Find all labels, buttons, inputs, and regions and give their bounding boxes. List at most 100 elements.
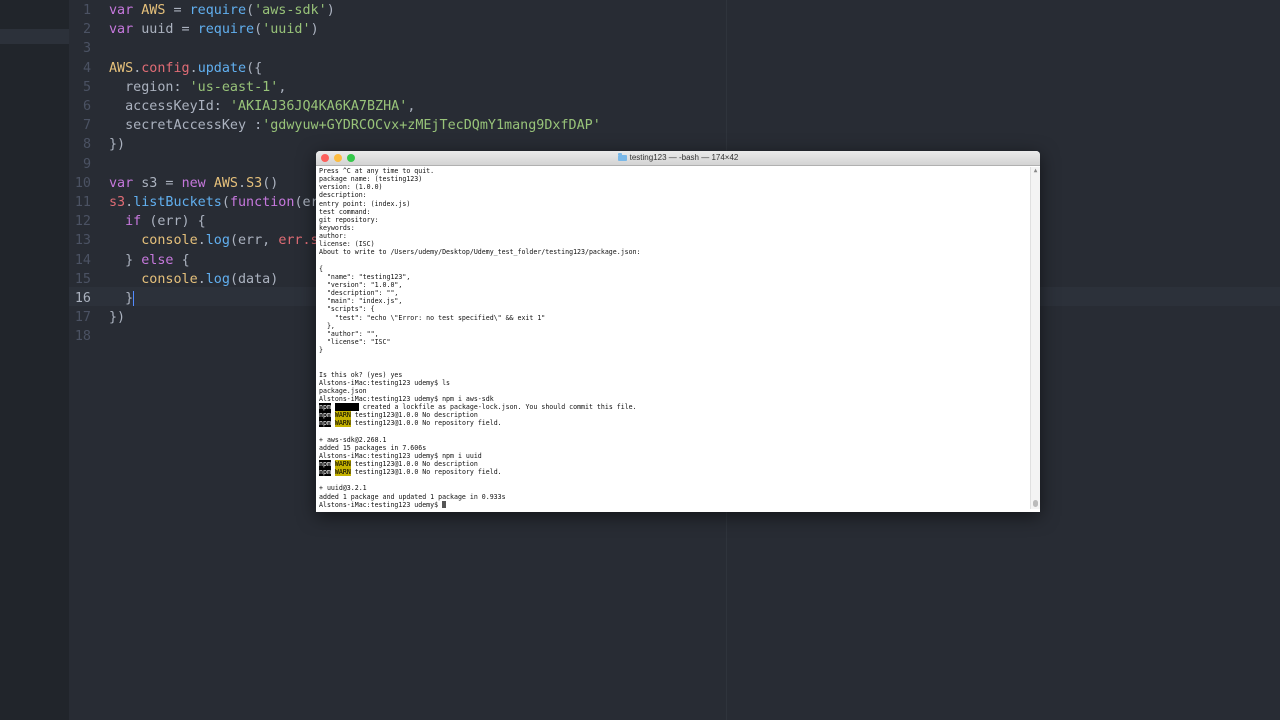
terminal-text: added 1 package and updated 1 package in…: [319, 492, 506, 501]
terminal-titlebar[interactable]: testing123 — -bash — 174×42: [316, 151, 1040, 166]
npm-badge: npm: [319, 419, 331, 428]
code-token: (: [254, 22, 263, 38]
line-number: 10: [74, 175, 91, 191]
terminal-text: "name": "testing123",: [319, 272, 411, 281]
terminal-line: npm notice created a lockfile as package…: [319, 403, 1029, 412]
terminal-line: {: [319, 265, 1029, 273]
terminal-text: "scripts": {: [319, 305, 375, 314]
code-token: new: [181, 175, 214, 191]
line-number: 9: [82, 156, 91, 172]
code-line[interactable]: s3.listBuckets(function(err: [109, 193, 327, 212]
code-token: .: [125, 195, 134, 210]
terminal-window[interactable]: testing123 — -bash — 174×42 Press ^C at …: [316, 151, 1040, 512]
terminal-line: Is this ok? (yes) yes: [319, 371, 1029, 379]
code-line[interactable]: }): [109, 135, 125, 154]
terminal-text: About to write to /Users/udemy/Desktop/U…: [319, 248, 641, 257]
code-token: accessKeyId:: [109, 99, 230, 114]
code-token: (): [262, 175, 279, 191]
code-token: S3: [246, 175, 263, 191]
line-number: 11: [74, 195, 91, 210]
terminal-text: package name: (testing123): [319, 175, 423, 184]
code-token: log: [205, 233, 230, 249]
terminal-text: }: [319, 346, 323, 355]
terminal-line: package.json: [319, 387, 1029, 395]
terminal-line: "scripts": {: [319, 305, 1029, 313]
line-number: 14: [74, 252, 91, 268]
terminal-text: "license": "ISC": [319, 337, 391, 346]
scroll-up-arrow-icon[interactable]: ▲: [1032, 167, 1039, 174]
code-line[interactable]: secretAccessKey :'gdwyuw+GYDRCOCvx+zMEjT…: [109, 116, 601, 135]
terminal-line: Alstons-iMac:testing123 udemy$ ls: [319, 379, 1029, 387]
line-number: 4: [82, 60, 91, 76]
warn-badge: WARN: [334, 460, 351, 469]
terminal-text: + aws-sdk@2.268.1: [319, 435, 387, 444]
code-line[interactable]: }): [109, 308, 125, 327]
terminal-text: "main": "index.js",: [319, 297, 403, 306]
terminal-scrollbar[interactable]: ▲: [1030, 167, 1040, 509]
sidebar-selected-item[interactable]: [0, 29, 69, 44]
code-token: .: [197, 271, 206, 287]
code-token: console: [141, 271, 198, 287]
code-token: {: [181, 252, 190, 268]
code-token: ,: [278, 79, 287, 95]
code-token: 'us-east-1': [189, 79, 279, 95]
terminal-text: author:: [319, 232, 347, 241]
terminal-title: testing123 — -bash — 174×42: [316, 151, 1040, 165]
line-number: 15: [74, 271, 91, 287]
terminal-text: created a lockfile as package-lock.json.…: [358, 403, 637, 412]
terminal-text: git repository:: [319, 215, 379, 224]
tree-view-sidebar[interactable]: [0, 0, 69, 720]
code-line[interactable]: console.log(err, err.st: [109, 231, 326, 250]
code-token: AWS: [109, 60, 134, 76]
terminal-line: "main": "index.js",: [319, 297, 1029, 305]
code-token: s3: [109, 195, 126, 210]
terminal-text: added 15 packages in 7.606s: [319, 443, 427, 452]
line-number: 17: [74, 310, 91, 326]
terminal-line: "description": "",: [319, 289, 1029, 297]
terminal-line: npm WARN testing123@1.0.0 No repository …: [319, 468, 1029, 477]
npm-badge: npm: [319, 403, 331, 412]
code-line[interactable]: }: [109, 289, 135, 308]
terminal-line: About to write to /Users/udemy/Desktop/U…: [319, 248, 1029, 256]
line-number: 7: [82, 118, 91, 134]
line-number: 5: [82, 79, 91, 95]
terminal-line: license: (ISC): [319, 240, 1029, 248]
code-line[interactable]: var uuid = require('uuid'): [109, 20, 319, 39]
code-token: ,: [407, 99, 416, 114]
code-line[interactable]: region: 'us-east-1',: [109, 78, 286, 97]
code-line[interactable]: var AWS = require('aws-sdk'): [109, 1, 335, 20]
code-token: ): [326, 3, 335, 18]
code-token: var: [109, 3, 142, 18]
terminal-text: Alstons-iMac:testing123 udemy$ npm i aws…: [319, 394, 494, 403]
code-line[interactable]: AWS.config.update({: [109, 59, 262, 78]
code-token: }): [109, 310, 126, 326]
terminal-text: Press ^C at any time to quit.: [319, 167, 435, 175]
code-token: ): [310, 22, 319, 38]
terminal-line: keywords:: [319, 224, 1029, 232]
code-token: function: [229, 195, 295, 210]
terminal-line: package name: (testing123): [319, 175, 1029, 183]
terminal-line: "test": "echo \"Error: no test specified…: [319, 314, 1029, 322]
code-line[interactable]: accessKeyId: 'AKIAJ36JQ4KA6KA7BZHA',: [109, 97, 415, 116]
terminal-text: testing123@1.0.0 No description: [350, 411, 478, 420]
line-number: 8: [82, 137, 91, 153]
terminal-output[interactable]: Press ^C at any time to quit. package nam…: [319, 167, 1029, 509]
terminal-line: Alstons-iMac:testing123 udemy$ npm i aws…: [319, 395, 1029, 403]
code-line[interactable]: var s3 = new AWS.S3(): [109, 174, 278, 193]
code-line[interactable]: } else {: [109, 251, 190, 270]
scroll-thumb[interactable]: [1033, 500, 1038, 507]
code-token: 'aws-sdk': [254, 3, 327, 18]
terminal-line: "name": "testing123",: [319, 273, 1029, 281]
code-line[interactable]: console.log(data): [109, 270, 278, 289]
code-token: }: [109, 252, 142, 268]
terminal-cursor: [442, 500, 447, 508]
code-token: 'uuid': [262, 22, 311, 38]
code-line[interactable]: if (err) {: [109, 212, 206, 231]
terminal-line: author:: [319, 232, 1029, 240]
line-number: 18: [74, 329, 91, 345]
terminal-text: testing123@1.0.0 No description: [350, 460, 478, 469]
line-number: 6: [82, 99, 91, 114]
terminal-line: Press ^C at any time to quit.: [319, 167, 1029, 175]
